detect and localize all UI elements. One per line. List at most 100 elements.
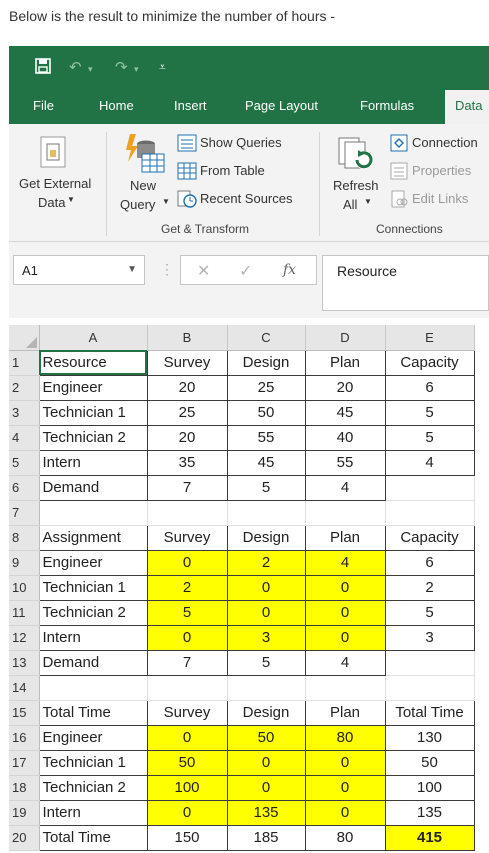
show-queries-button[interactable]: Show Queries — [200, 135, 282, 150]
cell-a4[interactable]: Technician 2 — [38, 424, 148, 451]
refresh-all-label-2[interactable]: All — [343, 197, 357, 212]
undo-dropdown-icon[interactable]: ▾ — [88, 64, 93, 75]
row-header[interactable]: 10 — [9, 575, 40, 601]
cancel-icon[interactable]: ✕ — [197, 261, 210, 281]
redo-dropdown-icon[interactable]: ▾ — [134, 64, 139, 75]
column-header[interactable]: E — [385, 325, 475, 351]
enter-icon[interactable]: ✓ — [239, 261, 252, 281]
cell-e7[interactable] — [385, 500, 475, 526]
cell-c20[interactable]: 185 — [226, 824, 306, 851]
cell-c9[interactable]: 2 — [226, 549, 306, 576]
row-header[interactable]: 3 — [9, 400, 40, 426]
column-header[interactable]: B — [147, 325, 228, 351]
cell-b17[interactable]: 50 — [146, 749, 228, 776]
cell-e15[interactable]: Total Time — [384, 699, 475, 726]
row-header[interactable]: 1 — [9, 350, 40, 376]
get-external-data-icon[interactable] — [40, 136, 66, 173]
formula-bar-splitter[interactable]: ⋮ — [160, 261, 174, 278]
row-header[interactable]: 20 — [9, 825, 40, 851]
row-header[interactable]: 8 — [9, 525, 40, 551]
cell-c12[interactable]: 3 — [226, 624, 306, 651]
cell-c2[interactable]: 25 — [226, 374, 306, 401]
cell-e12[interactable]: 3 — [384, 624, 475, 651]
cell-b6[interactable]: 7 — [146, 474, 228, 501]
cell-a6[interactable]: Demand — [38, 474, 148, 501]
cell-a10[interactable]: Technician 1 — [38, 574, 148, 601]
cell-e1[interactable]: Capacity — [384, 349, 475, 376]
row-header[interactable]: 15 — [9, 700, 40, 726]
from-table-button[interactable]: From Table — [200, 163, 265, 178]
cell-d18[interactable]: 0 — [304, 774, 386, 801]
cell-b8[interactable]: Survey — [146, 524, 228, 551]
cell-d12[interactable]: 0 — [304, 624, 386, 651]
cell-e17[interactable]: 50 — [384, 749, 475, 776]
cell-d7[interactable] — [305, 500, 386, 526]
connections-icon[interactable] — [390, 134, 408, 157]
cell-a15[interactable]: Total Time — [38, 699, 148, 726]
row-header[interactable]: 14 — [9, 675, 40, 701]
cell-d13[interactable]: 4 — [304, 649, 386, 676]
cell-e20[interactable]: 415 — [384, 824, 475, 851]
cell-a9[interactable]: Engineer — [38, 549, 148, 576]
cell-b11[interactable]: 5 — [146, 599, 228, 626]
cell-e11[interactable]: 5 — [384, 599, 475, 626]
cell-e10[interactable]: 2 — [384, 574, 475, 601]
cell-a17[interactable]: Technician 1 — [38, 749, 148, 776]
name-box[interactable]: A1 ▼ — [13, 255, 145, 285]
cell-b3[interactable]: 25 — [146, 399, 228, 426]
get-external-data-label-2[interactable]: Data — [38, 195, 65, 210]
new-query-icon[interactable] — [122, 132, 166, 181]
cell-c19[interactable]: 135 — [226, 799, 306, 826]
cell-d5[interactable]: 55 — [304, 449, 386, 476]
refresh-all-icon[interactable] — [337, 136, 375, 177]
row-header[interactable]: 19 — [9, 800, 40, 826]
cell-a5[interactable]: Intern — [38, 449, 148, 476]
cell-d4[interactable]: 40 — [304, 424, 386, 451]
cell-d10[interactable]: 0 — [304, 574, 386, 601]
cell-e8[interactable]: Capacity — [384, 524, 475, 551]
cell-b1[interactable]: Survey — [146, 349, 228, 376]
cell-c17[interactable]: 0 — [226, 749, 306, 776]
cell-a12[interactable]: Intern — [38, 624, 148, 651]
cell-c10[interactable]: 0 — [226, 574, 306, 601]
cell-b9[interactable]: 0 — [146, 549, 228, 576]
chevron-down-icon[interactable]: ▼ — [127, 264, 137, 275]
cell-b7[interactable] — [147, 500, 228, 526]
cell-b5[interactable]: 35 — [146, 449, 228, 476]
cell-b16[interactable]: 0 — [146, 724, 228, 751]
cell-d15[interactable]: Plan — [304, 699, 386, 726]
cell-b20[interactable]: 150 — [146, 824, 228, 851]
cell-d1[interactable]: Plan — [304, 349, 386, 376]
cell-e2[interactable]: 6 — [384, 374, 475, 401]
cell-d2[interactable]: 20 — [304, 374, 386, 401]
row-header[interactable]: 5 — [9, 450, 40, 476]
cell-c16[interactable]: 50 — [226, 724, 306, 751]
customize-qat-icon[interactable]: ⩡ — [159, 60, 166, 75]
get-external-data-label-1[interactable]: Get External — [19, 176, 91, 191]
row-header[interactable]: 11 — [9, 600, 40, 626]
cell-a16[interactable]: Engineer — [38, 724, 148, 751]
cell-e13[interactable] — [385, 650, 475, 676]
undo-icon[interactable]: ↶ — [69, 58, 82, 76]
row-header[interactable]: 13 — [9, 650, 40, 676]
cell-c14[interactable] — [227, 675, 306, 701]
cell-c3[interactable]: 50 — [226, 399, 306, 426]
cell-d6[interactable]: 4 — [304, 474, 386, 501]
cell-e14[interactable] — [385, 675, 475, 701]
refresh-all-label-1[interactable]: Refresh — [333, 178, 379, 193]
cell-e9[interactable]: 6 — [384, 549, 475, 576]
from-table-icon[interactable] — [177, 162, 197, 185]
cell-c15[interactable]: Design — [226, 699, 306, 726]
cell-a14[interactable] — [39, 675, 148, 701]
row-header[interactable]: 7 — [9, 500, 40, 526]
tab-page-layout[interactable]: Page Layout — [245, 98, 318, 113]
cell-a3[interactable]: Technician 1 — [38, 399, 148, 426]
cell-c18[interactable]: 0 — [226, 774, 306, 801]
cell-a20[interactable]: Total Time — [38, 824, 148, 851]
cell-e18[interactable]: 100 — [384, 774, 475, 801]
row-header[interactable]: 2 — [9, 375, 40, 401]
cell-d17[interactable]: 0 — [304, 749, 386, 776]
cell-b18[interactable]: 100 — [146, 774, 228, 801]
cell-a2[interactable]: Engineer — [38, 374, 148, 401]
cell-b4[interactable]: 20 — [146, 424, 228, 451]
